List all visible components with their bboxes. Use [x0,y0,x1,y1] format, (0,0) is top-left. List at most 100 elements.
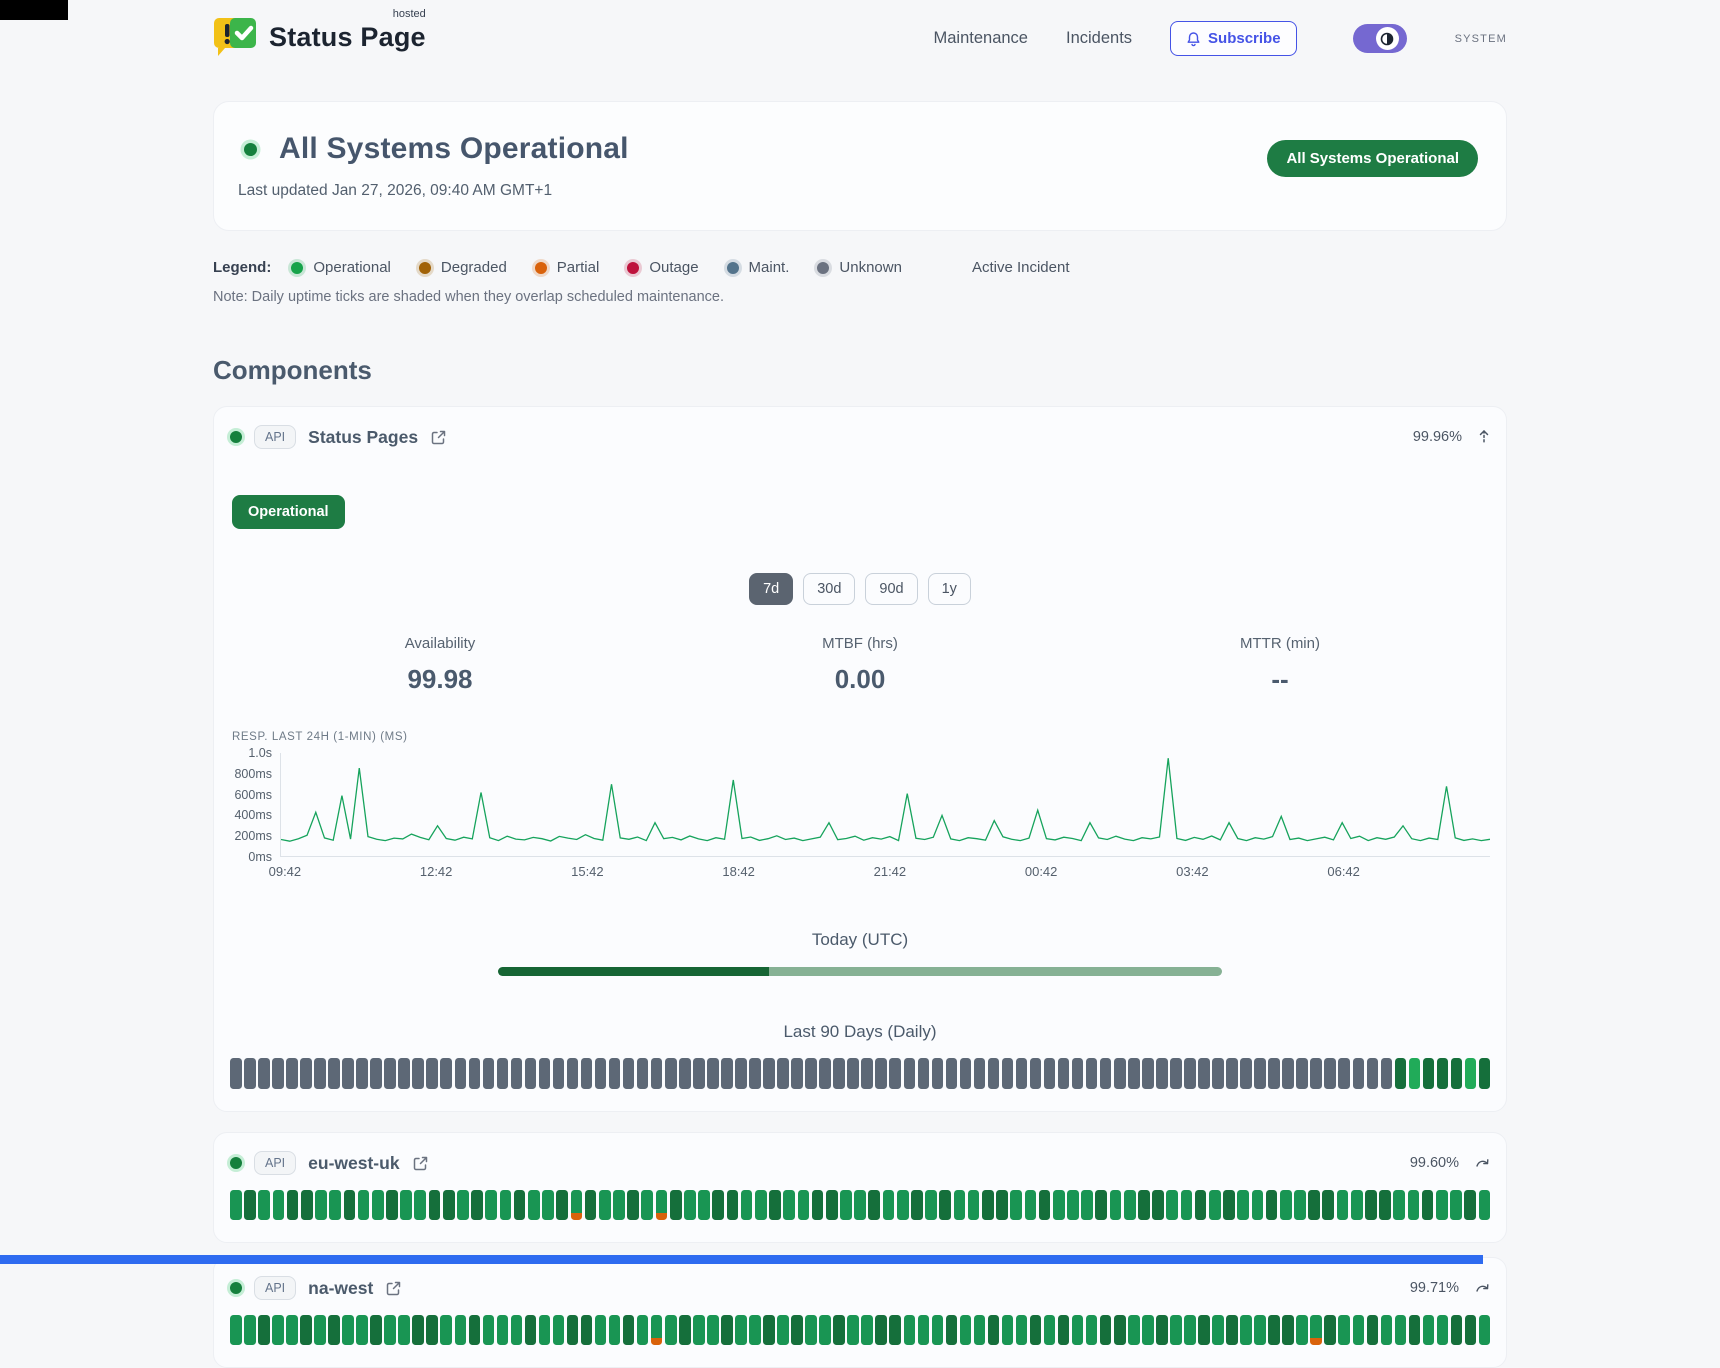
uptime-tick[interactable] [1170,1058,1182,1089]
uptime-tick[interactable] [960,1315,972,1345]
uptime-tick[interactable] [497,1058,509,1089]
uptime-tick[interactable] [1100,1058,1112,1089]
uptime-tick[interactable] [670,1190,682,1220]
uptime-tick[interactable] [443,1190,455,1220]
uptime-tick[interactable] [769,1190,781,1220]
uptime-tick[interactable] [412,1315,424,1345]
uptime-tick[interactable] [1184,1058,1196,1089]
uptime-tick[interactable] [1409,1058,1421,1089]
uptime-tick[interactable] [1254,1315,1266,1345]
uptime-tick[interactable] [1152,1190,1164,1220]
uptime-tick[interactable] [1310,1315,1322,1345]
uptime-tick[interactable] [911,1190,923,1220]
uptime-tick[interactable] [904,1315,916,1345]
uptime-tick[interactable] [1451,1058,1463,1089]
uptime-tick[interactable] [585,1190,597,1220]
uptime-tick[interactable] [637,1058,649,1089]
uptime-tick[interactable] [1324,1315,1336,1345]
uptime-tick[interactable] [595,1058,607,1089]
uptime-tick[interactable] [483,1058,495,1089]
uptime-tick[interactable] [429,1190,441,1220]
uptime-tick[interactable] [1212,1315,1224,1345]
uptime-tick[interactable] [398,1315,410,1345]
uptime-tick[interactable] [1156,1315,1168,1345]
uptime-tick[interactable] [735,1315,747,1345]
uptime-tick[interactable] [1266,1190,1278,1220]
uptime-tick[interactable] [1252,1190,1264,1220]
uptime-tick[interactable] [426,1058,438,1089]
uptime-tick[interactable] [412,1058,424,1089]
uptime-tick[interactable] [258,1190,270,1220]
uptime-tick[interactable] [1379,1190,1391,1220]
uptime-tick[interactable] [599,1190,611,1220]
uptime-tick[interactable] [400,1190,412,1220]
uptime-tick[interactable] [370,1315,382,1345]
uptime-tick[interactable] [542,1190,554,1220]
uptime-tick[interactable] [244,1190,256,1220]
uptime-tick[interactable] [1100,1315,1112,1345]
uptime-tick[interactable] [1395,1058,1407,1089]
uptime-tick[interactable] [1053,1190,1065,1220]
uptime-tick[interactable] [684,1190,696,1220]
uptime-tick[interactable] [1479,1315,1491,1345]
uptime-tick[interactable] [244,1058,256,1089]
uptime-tick[interactable] [230,1058,242,1089]
uptime-tick[interactable] [1002,1058,1014,1089]
uptime-tick[interactable] [749,1058,761,1089]
uptime-tick[interactable] [749,1315,761,1345]
uptime-tick[interactable] [1437,1058,1449,1089]
uptime-tick[interactable] [1181,1190,1193,1220]
uptime-tick[interactable] [455,1058,467,1089]
uptime-tick[interactable] [712,1190,724,1220]
uptime-tick[interactable] [1254,1058,1266,1089]
uptime-tick[interactable] [651,1058,663,1089]
uptime-tick[interactable] [414,1190,426,1220]
uptime-tick[interactable] [665,1058,677,1089]
uptime-tick[interactable] [595,1315,607,1345]
uptime-tick[interactable] [1039,1190,1051,1220]
uptime-tick[interactable] [1381,1315,1393,1345]
uptime-tick[interactable] [581,1315,593,1345]
uptime-tick[interactable] [342,1058,354,1089]
uptime-tick[interactable] [1016,1315,1028,1345]
uptime-tick[interactable] [1353,1058,1365,1089]
uptime-tick[interactable] [609,1058,621,1089]
uptime-tick[interactable] [641,1190,653,1220]
uptime-tick[interactable] [918,1315,930,1345]
uptime-tick[interactable] [426,1315,438,1345]
uptime-tick[interactable] [763,1058,775,1089]
uptime-tick[interactable] [651,1315,663,1345]
uptime-tick[interactable] [932,1315,944,1345]
uptime-tick[interactable] [932,1058,944,1089]
uptime-tick[interactable] [244,1315,256,1345]
uptime-tick[interactable] [1030,1315,1042,1345]
uptime-tick[interactable] [988,1058,1000,1089]
uptime-tick[interactable] [946,1058,958,1089]
uptime-tick[interactable] [960,1058,972,1089]
uptime-tick[interactable] [889,1058,901,1089]
uptime-tick[interactable] [805,1315,817,1345]
uptime-tick[interactable] [1114,1315,1126,1345]
uptime-tick[interactable] [707,1058,719,1089]
uptime-tick[interactable] [1464,1190,1476,1220]
uptime-tick[interactable] [847,1315,859,1345]
uptime-tick[interactable] [974,1058,986,1089]
uptime-tick[interactable] [1212,1058,1224,1089]
theme-toggle[interactable] [1353,24,1407,53]
uptime-tick[interactable] [556,1190,568,1220]
uptime-tick[interactable] [571,1190,583,1220]
external-link-icon[interactable] [412,1155,429,1172]
uptime-tick[interactable] [272,1058,284,1089]
uptime-tick[interactable] [1223,1190,1235,1220]
uptime-tick[interactable] [440,1058,452,1089]
uptime-tick[interactable] [868,1190,880,1220]
uptime-tick[interactable] [1166,1190,1178,1220]
uptime-tick[interactable] [1198,1058,1210,1089]
uptime-tick[interactable] [1294,1190,1306,1220]
uptime-tick[interactable] [1353,1315,1365,1345]
uptime-tick[interactable] [819,1058,831,1089]
uptime-tick[interactable] [1423,1058,1435,1089]
nav-maintenance[interactable]: Maintenance [934,29,1028,48]
uptime-tick[interactable] [656,1190,668,1220]
uptime-tick[interactable] [315,1190,327,1220]
